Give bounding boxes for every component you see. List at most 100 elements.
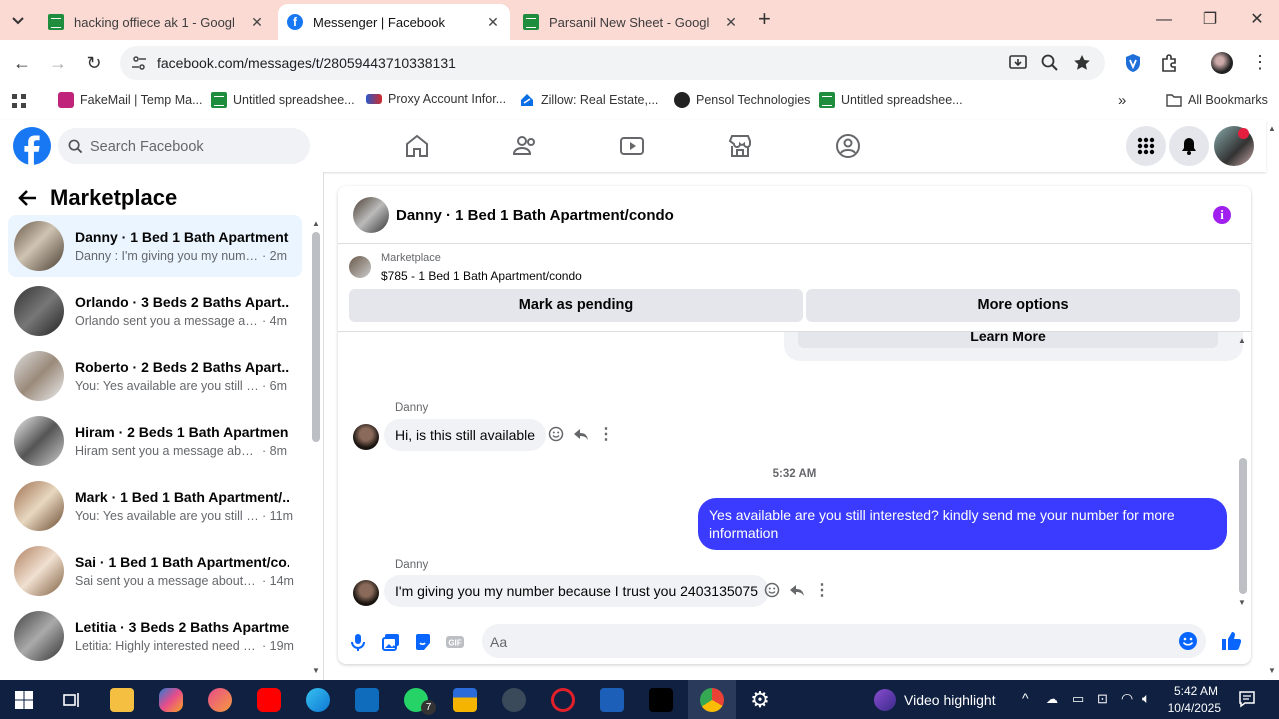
thumbs-up-icon[interactable] (1220, 630, 1242, 652)
tray-chevron-icon[interactable]: ^ (1022, 690, 1029, 706)
page-scroll-up-arrow-icon[interactable]: ▲ (1268, 124, 1276, 133)
clock-time[interactable]: 5:42 AM (1170, 684, 1218, 698)
close-tab-icon[interactable]: ✕ (248, 13, 266, 31)
chat-thread[interactable]: Orlando · 3 Beds 2 Baths Apart... Orland… (8, 280, 302, 342)
wifi-icon[interactable]: ◠ (1121, 690, 1133, 707)
outlook-icon[interactable] (355, 688, 379, 712)
conversation-avatar[interactable] (353, 197, 389, 233)
chrome-icon[interactable] (700, 688, 724, 712)
more-bookmarks-chevron-icon[interactable]: » (1118, 92, 1126, 109)
video-icon[interactable] (618, 132, 646, 160)
chat-thread[interactable]: Mark · 1 Bed 1 Bath Apartment/... You: Y… (8, 475, 302, 537)
restore-button[interactable]: ❐ (1198, 8, 1222, 32)
network-device-icon[interactable]: ⊡ (1097, 691, 1108, 707)
clock-date[interactable]: 10/4/2025 (1163, 701, 1221, 715)
volume-icon[interactable]: 🔈︎ (1142, 690, 1150, 707)
chat-thread[interactable]: Hiram · 2 Beds 1 Bath Apartmen... Hiram … (8, 410, 302, 472)
more-options-button[interactable]: More options (806, 289, 1240, 322)
gif-icon[interactable]: GIF (445, 632, 465, 652)
browser-menu-icon[interactable]: ⋮ (1249, 52, 1271, 74)
zoom-icon[interactable] (1039, 52, 1061, 74)
new-tab-button[interactable]: + (758, 8, 778, 30)
scroll-up-arrow-icon[interactable]: ▲ (312, 219, 320, 228)
groups-icon[interactable] (834, 132, 862, 160)
close-tab-icon[interactable]: ✕ (722, 13, 740, 31)
address-bar[interactable]: facebook.com/messages/t/2805944371033813… (120, 46, 1105, 80)
listing-thumbnail[interactable] (349, 256, 371, 278)
forward-button[interactable]: → (47, 52, 69, 74)
reply-icon[interactable] (789, 582, 805, 598)
more-actions-icon[interactable]: ⋮ (598, 424, 614, 443)
chat-thread[interactable]: Danny · 1 Bed 1 Bath Apartment... Danny … (8, 215, 302, 277)
bookmark-item[interactable]: Zillow: Real Estate,... (519, 92, 658, 108)
bookmark-star-icon[interactable] (1071, 52, 1093, 74)
windows-start-icon[interactable] (12, 688, 36, 712)
battery-icon[interactable]: ▭ (1072, 691, 1084, 707)
copilot-icon[interactable] (159, 688, 183, 712)
tab-search-chevron-icon[interactable] (8, 10, 28, 30)
browser-tab[interactable]: Parsanil New Sheet - Google Sh ✕ (512, 4, 748, 40)
message-input[interactable]: Aa (482, 624, 1206, 658)
notifications-button[interactable] (1169, 126, 1209, 166)
friends-icon[interactable] (511, 132, 539, 160)
vpn-shield-icon[interactable] (1122, 52, 1144, 74)
opera-icon[interactable] (551, 688, 575, 712)
menu-grid-button[interactable] (1126, 126, 1166, 166)
bookmark-item[interactable]: Proxy Account Infor... (366, 92, 506, 106)
react-smiley-icon[interactable] (764, 582, 780, 598)
notification-center-icon[interactable] (1238, 690, 1256, 708)
scroll-up-arrow-icon[interactable]: ▲ (1238, 336, 1246, 345)
tiktok-icon[interactable] (649, 688, 673, 712)
close-tab-icon[interactable]: ✕ (484, 13, 502, 31)
install-app-icon[interactable] (1007, 52, 1029, 74)
app-icon[interactable] (502, 688, 526, 712)
sticker-icon[interactable] (413, 632, 433, 652)
browser-tab[interactable]: hacking offiece ak 1 - Google Sh ✕ (38, 4, 274, 40)
minimize-button[interactable]: — (1152, 8, 1176, 32)
chat-thread[interactable]: Letitia · 3 Beds 2 Baths Apartme... Leti… (8, 605, 302, 667)
emoji-icon[interactable] (1178, 631, 1198, 651)
search-input[interactable]: Search Facebook (58, 128, 310, 164)
chat-list-scrollbar[interactable] (312, 232, 320, 442)
profile-avatar[interactable] (1211, 52, 1233, 74)
photo-icon[interactable] (381, 632, 401, 652)
learn-more-button[interactable]: Learn More (798, 332, 1218, 348)
listing-price[interactable]: $785 - 1 Bed 1 Bath Apartment/condo (381, 269, 582, 283)
sender-avatar[interactable] (353, 580, 379, 606)
settings-gear-icon[interactable]: ⚙ (748, 688, 772, 712)
app-icon[interactable] (208, 688, 232, 712)
reload-button[interactable]: ↻ (83, 52, 105, 74)
bookmark-item[interactable]: Pensol Technologies (674, 92, 810, 108)
all-bookmarks-button[interactable]: All Bookmarks (1166, 92, 1268, 108)
mark-as-pending-button[interactable]: Mark as pending (349, 289, 803, 322)
home-icon[interactable] (403, 132, 431, 160)
microsoft-store-icon[interactable] (600, 688, 624, 712)
file-explorer-icon[interactable] (110, 688, 134, 712)
scroll-down-arrow-icon[interactable]: ▼ (1238, 598, 1246, 607)
youtube-icon[interactable] (257, 688, 281, 712)
apps-grid-icon[interactable] (11, 93, 27, 109)
facebook-logo-icon[interactable] (13, 127, 51, 165)
close-window-button[interactable]: ✕ (1245, 8, 1269, 32)
back-arrow-icon[interactable] (16, 186, 40, 210)
microphone-icon[interactable] (348, 632, 368, 652)
react-smiley-icon[interactable] (548, 426, 564, 442)
video-highlight-label[interactable]: Video highlight (904, 692, 996, 708)
reply-icon[interactable] (573, 426, 589, 442)
app-icon[interactable] (453, 688, 477, 712)
scroll-down-arrow-icon[interactable]: ▼ (312, 666, 320, 675)
sender-avatar[interactable] (353, 424, 379, 450)
bookmark-item[interactable]: Untitled spreadshee... (211, 92, 355, 108)
back-button[interactable]: ← (11, 52, 33, 74)
edge-icon[interactable] (306, 688, 330, 712)
chat-thread[interactable]: Sai · 1 Bed 1 Bath Apartment/co... Sai s… (8, 540, 302, 602)
extensions-icon[interactable] (1158, 52, 1180, 74)
conversation-title[interactable]: Danny · 1 Bed 1 Bath Apartment/condo (396, 207, 674, 224)
tray-cloud-icon[interactable]: ☁ (1046, 692, 1058, 706)
marketplace-icon[interactable] (726, 132, 754, 160)
page-scroll-down-arrow-icon[interactable]: ▼ (1268, 666, 1276, 675)
task-view-icon[interactable] (60, 688, 84, 712)
video-highlight-icon[interactable] (874, 689, 896, 711)
conversation-scrollbar[interactable] (1239, 458, 1247, 594)
bookmark-item[interactable]: FakeMail | Temp Ma... (58, 92, 203, 108)
